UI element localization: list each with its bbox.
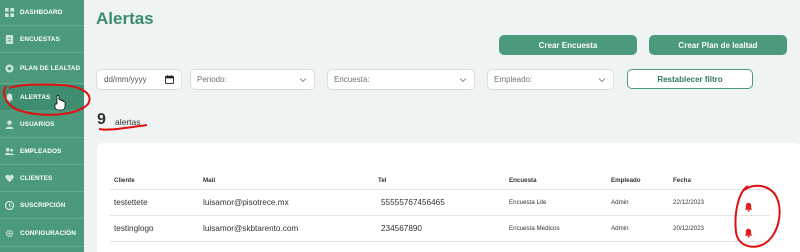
dashboard-icon xyxy=(5,8,14,17)
sidebar-item-label: USUARIOS xyxy=(20,121,55,128)
alert-bell-icon[interactable] xyxy=(744,225,753,238)
gear-icon xyxy=(5,229,14,238)
employees-icon xyxy=(5,147,14,156)
employee-placeholder: Empleado: xyxy=(494,75,533,84)
cell-empleado: Admin xyxy=(611,225,629,232)
loyalty-plan-icon xyxy=(5,64,14,73)
cell-tel: 234567890 xyxy=(381,224,422,233)
alert-bell-icon[interactable] xyxy=(744,199,753,212)
sidebar-item-label: CLIENTES xyxy=(20,175,53,182)
survey-placeholder: Encuesta: xyxy=(334,75,370,84)
column-header-tel: Tel xyxy=(378,177,387,184)
survey-select[interactable]: Encuesta: xyxy=(327,69,475,90)
sidebar-item-dashboard[interactable]: DASHBOARD xyxy=(0,0,84,26)
sidebar-item-encuestas[interactable]: ENCUESTAS xyxy=(0,27,84,53)
sidebar-item-plan-de-lealtad[interactable]: PLAN DE LEALTAD xyxy=(0,54,84,84)
cell-mail: luisamor@skbtarento.com xyxy=(203,224,299,233)
cell-tel: 55555767456465 xyxy=(381,198,445,207)
period-placeholder: Periodo: xyxy=(197,75,227,84)
sidebar-item-label: EMPLEADOS xyxy=(20,148,62,155)
column-header-empleado: Empleado xyxy=(611,177,641,184)
date-filter-input[interactable]: dd/mm/yyyy xyxy=(96,69,182,90)
cell-cliente: testinglogo xyxy=(114,224,154,233)
sidebar-item-label: ALERTAS xyxy=(20,94,51,101)
date-placeholder: dd/mm/yyyy xyxy=(104,75,147,84)
sidebar-item-label: CONFIGURACIÓN xyxy=(20,229,76,237)
column-header-encuesta: Encuesta xyxy=(509,177,537,184)
cell-empleado: Admin xyxy=(611,199,629,206)
user-icon xyxy=(5,120,14,129)
sidebar-item-label: PLAN DE LEALTAD xyxy=(20,65,81,72)
heart-icon xyxy=(5,174,14,183)
cell-fecha: 20/12/2023 xyxy=(673,225,704,232)
row-divider xyxy=(110,189,770,190)
alert-count: 9 xyxy=(97,111,106,128)
page-title: Alertas xyxy=(96,9,154,28)
create-survey-button[interactable]: Crear Encuesta xyxy=(499,35,637,55)
sidebar-item-label: SUSCRIPCIÓN xyxy=(20,202,66,209)
column-header-fecha: Fecha xyxy=(673,177,691,184)
period-select[interactable]: Periodo: xyxy=(190,69,315,90)
cell-encuesta: Encuesta Lite xyxy=(509,199,547,206)
subscription-icon xyxy=(5,201,14,210)
sidebar-item-configuracion[interactable]: CONFIGURACIÓN xyxy=(0,220,84,247)
row-divider xyxy=(110,215,770,216)
sidebar-item-alertas[interactable]: ALERTAS xyxy=(0,85,84,111)
chevron-down-icon xyxy=(598,76,606,84)
sidebar: DASHBOARD ENCUESTAS PLAN DE LEALTAD ALER… xyxy=(0,0,84,252)
employee-select[interactable]: Empleado: xyxy=(487,69,614,90)
row-divider xyxy=(110,241,770,242)
sidebar-item-usuarios[interactable]: USUARIOS xyxy=(0,112,84,138)
cell-mail: luisamor@pisotrece.mx xyxy=(203,198,289,207)
calendar-icon[interactable] xyxy=(165,75,174,84)
chevron-down-icon xyxy=(299,76,307,84)
sidebar-item-label: ENCUESTAS xyxy=(20,36,60,43)
cell-fecha: 22/12/2023 xyxy=(673,199,704,206)
survey-icon xyxy=(5,35,14,44)
cell-encuesta: Encuesta Medicos xyxy=(509,225,560,232)
sidebar-item-clientes[interactable]: CLIENTES xyxy=(0,166,84,192)
chevron-down-icon xyxy=(459,76,467,84)
sidebar-item-label: DASHBOARD xyxy=(20,9,63,16)
column-header-cliente: Cliente xyxy=(114,177,135,184)
alert-count-label: alertas xyxy=(115,117,141,127)
sidebar-item-empleados[interactable]: EMPLEADOS xyxy=(0,139,84,165)
sidebar-item-suscripcion[interactable]: SUSCRIPCIÓN xyxy=(0,193,84,219)
bell-icon xyxy=(5,93,14,102)
column-header-mail: Mail xyxy=(203,177,216,184)
create-loyalty-plan-button[interactable]: Crear Plan de lealtad xyxy=(649,35,787,55)
reset-filter-button[interactable]: Restablecer filtro xyxy=(627,69,753,89)
cell-cliente: testettete xyxy=(114,198,148,207)
